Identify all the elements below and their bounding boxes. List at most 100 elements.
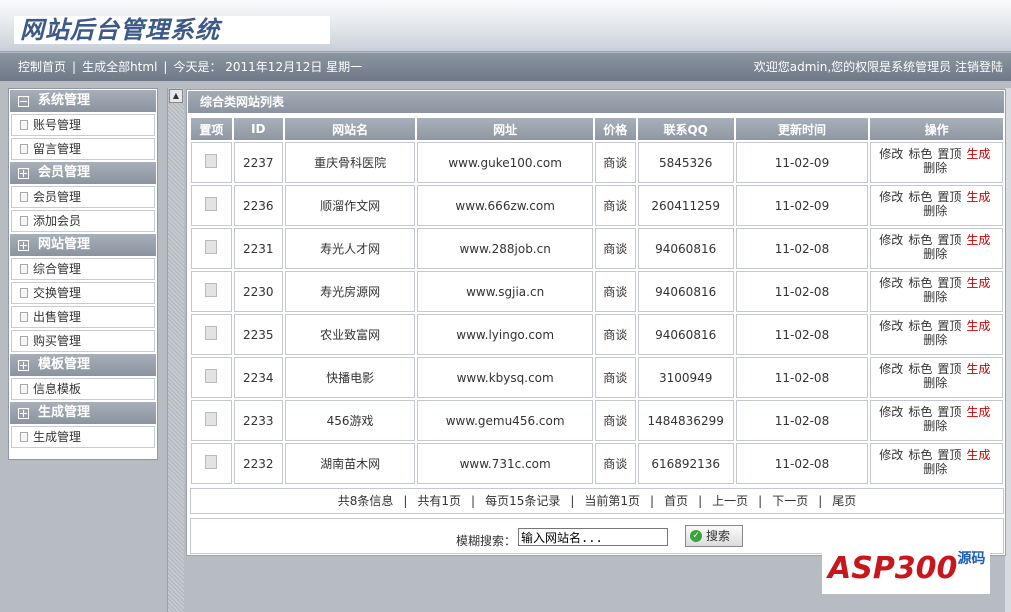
pager-separator: | xyxy=(650,494,655,508)
pin-cell[interactable] xyxy=(191,271,232,312)
pin-cell[interactable] xyxy=(191,228,232,269)
pager-link[interactable]: 上一页 xyxy=(712,494,748,508)
delete-link[interactable]: 删除 xyxy=(923,161,947,175)
cell-id: 2237 xyxy=(233,142,283,183)
sidebar-section-header[interactable]: 系统管理 xyxy=(10,90,156,112)
edit-link[interactable]: 修改 xyxy=(879,190,903,204)
color-link[interactable]: 标色 xyxy=(908,233,932,247)
sidebar-item[interactable]: 留言管理 xyxy=(11,138,155,160)
sidebar-item[interactable]: 出售管理 xyxy=(11,306,155,328)
sidebar-item[interactable]: 生成管理 xyxy=(11,426,155,448)
left-scrollbar[interactable]: ▲ xyxy=(167,88,184,612)
sidebar-item[interactable]: 会员管理 xyxy=(11,186,155,208)
color-link[interactable]: 标色 xyxy=(908,319,932,333)
pin-cell[interactable] xyxy=(191,400,232,441)
pin-cell[interactable] xyxy=(191,142,232,183)
cell-id: 2234 xyxy=(233,357,283,398)
edit-link[interactable]: 修改 xyxy=(879,276,903,290)
pager-info: 当前第1页 xyxy=(584,494,641,508)
sidebar-item[interactable]: 购买管理 xyxy=(11,330,155,352)
scroll-up-icon[interactable]: ▲ xyxy=(169,89,183,103)
pin-top-link[interactable]: 置顶 xyxy=(937,147,961,161)
edit-link[interactable]: 修改 xyxy=(879,147,903,161)
pin-top-link[interactable]: 置顶 xyxy=(937,319,961,333)
delete-link[interactable]: 删除 xyxy=(923,247,947,261)
cell-name: 顺溜作文网 xyxy=(284,185,416,226)
edit-link[interactable]: 修改 xyxy=(879,448,903,462)
pagination: 共8条信息 | 共有1页 | 每页15条记录 | 当前第1页 | 首页 | 上一页 | 下一页 | 尾页 xyxy=(190,488,1004,514)
generate-link[interactable]: 生成 xyxy=(966,233,990,247)
sidebar-item-label: 综合管理 xyxy=(33,262,82,276)
edit-link[interactable]: 修改 xyxy=(879,362,903,376)
pager-link[interactable]: 首页 xyxy=(664,494,688,508)
actions-cell: 修改 标色 置顶 生成删除 xyxy=(870,400,1003,441)
sidebar-section-header[interactable]: 模板管理 xyxy=(10,354,156,376)
sidebar-item[interactable]: 添加会员 xyxy=(11,210,155,232)
color-link[interactable]: 标色 xyxy=(908,448,932,462)
cell-qq: 1484836299 xyxy=(637,400,734,441)
generate-link[interactable]: 生成 xyxy=(966,448,990,462)
cell-qq: 94060816 xyxy=(637,314,734,355)
color-link[interactable]: 标色 xyxy=(908,362,932,376)
sidebar-item[interactable]: 账号管理 xyxy=(11,114,155,136)
cell-time: 11-02-08 xyxy=(735,271,869,312)
pin-cell[interactable] xyxy=(191,314,232,355)
sidebar-item[interactable]: 交换管理 xyxy=(11,282,155,304)
pin-top-link[interactable]: 置顶 xyxy=(937,362,961,376)
delete-link[interactable]: 删除 xyxy=(923,376,947,390)
edit-link[interactable]: 修改 xyxy=(879,405,903,419)
delete-link[interactable]: 删除 xyxy=(923,290,947,304)
pin-cell[interactable] xyxy=(191,443,232,484)
sidebar-item[interactable]: 信息模板 xyxy=(11,378,155,400)
generate-link[interactable]: 生成 xyxy=(966,362,990,376)
generate-link[interactable]: 生成 xyxy=(966,147,990,161)
pin-top-link[interactable]: 置顶 xyxy=(937,448,961,462)
document-icon xyxy=(205,369,218,383)
cell-qq: 616892136 xyxy=(637,443,734,484)
cell-name: 湖南苗木网 xyxy=(284,443,416,484)
sidebar-section-header[interactable]: 生成管理 xyxy=(10,402,156,424)
color-link[interactable]: 标色 xyxy=(908,276,932,290)
actions-cell: 修改 标色 置顶 生成删除 xyxy=(870,271,1003,312)
delete-link[interactable]: 删除 xyxy=(923,462,947,476)
pin-cell[interactable] xyxy=(191,357,232,398)
pin-top-link[interactable]: 置顶 xyxy=(937,405,961,419)
pager-separator: | xyxy=(471,494,476,508)
top-nav-item[interactable]: 控制首页 xyxy=(18,60,66,74)
generate-link[interactable]: 生成 xyxy=(966,276,990,290)
pin-cell[interactable] xyxy=(191,185,232,226)
search-input[interactable] xyxy=(518,528,668,546)
table-row: 2231 寿光人才网 www.288job.cn 商谈 94060816 11-02-08… xyxy=(191,228,1003,269)
cell-id: 2232 xyxy=(233,443,283,484)
cell-url: www.gemu456.com xyxy=(417,400,593,441)
edit-link[interactable]: 修改 xyxy=(879,319,903,333)
color-link[interactable]: 标色 xyxy=(908,190,932,204)
top-nav-item[interactable]: 今天是： 2011年12月12日 星期一 xyxy=(173,60,362,74)
edit-link[interactable]: 修改 xyxy=(879,233,903,247)
generate-link[interactable]: 生成 xyxy=(966,190,990,204)
delete-link[interactable]: 删除 xyxy=(923,333,947,347)
generate-link[interactable]: 生成 xyxy=(966,405,990,419)
column-header: 网站名 xyxy=(284,118,416,140)
sidebar-section-header[interactable]: 网站管理 xyxy=(10,234,156,256)
sidebar-item[interactable]: 综合管理 xyxy=(11,258,155,280)
pin-top-link[interactable]: 置顶 xyxy=(937,233,961,247)
pager-link[interactable]: 下一页 xyxy=(772,494,808,508)
cell-price: 商谈 xyxy=(594,228,636,269)
pager-link[interactable]: 尾页 xyxy=(832,494,856,508)
delete-link[interactable]: 删除 xyxy=(923,204,947,218)
sidebar-item-label: 信息模板 xyxy=(33,382,82,396)
generate-link[interactable]: 生成 xyxy=(966,319,990,333)
welcome-text[interactable]: 欢迎您admin,您的权限是系统管理员 注销登陆 xyxy=(754,53,1003,81)
color-link[interactable]: 标色 xyxy=(908,405,932,419)
search-button[interactable]: ✓ 搜索 xyxy=(685,525,743,547)
pin-top-link[interactable]: 置顶 xyxy=(937,190,961,204)
color-link[interactable]: 标色 xyxy=(908,147,932,161)
delete-link[interactable]: 删除 xyxy=(923,419,947,433)
table-row: 2237 重庆骨科医院 www.guke100.com 商谈 5845326 11-02-… xyxy=(191,142,1003,183)
watermark-sub: 源码 xyxy=(957,551,986,567)
top-nav-item[interactable]: 生成全部html xyxy=(82,60,157,74)
pin-top-link[interactable]: 置顶 xyxy=(937,276,961,290)
actions-cell: 修改 标色 置顶 生成删除 xyxy=(870,357,1003,398)
sidebar-section-header[interactable]: 会员管理 xyxy=(10,162,156,184)
